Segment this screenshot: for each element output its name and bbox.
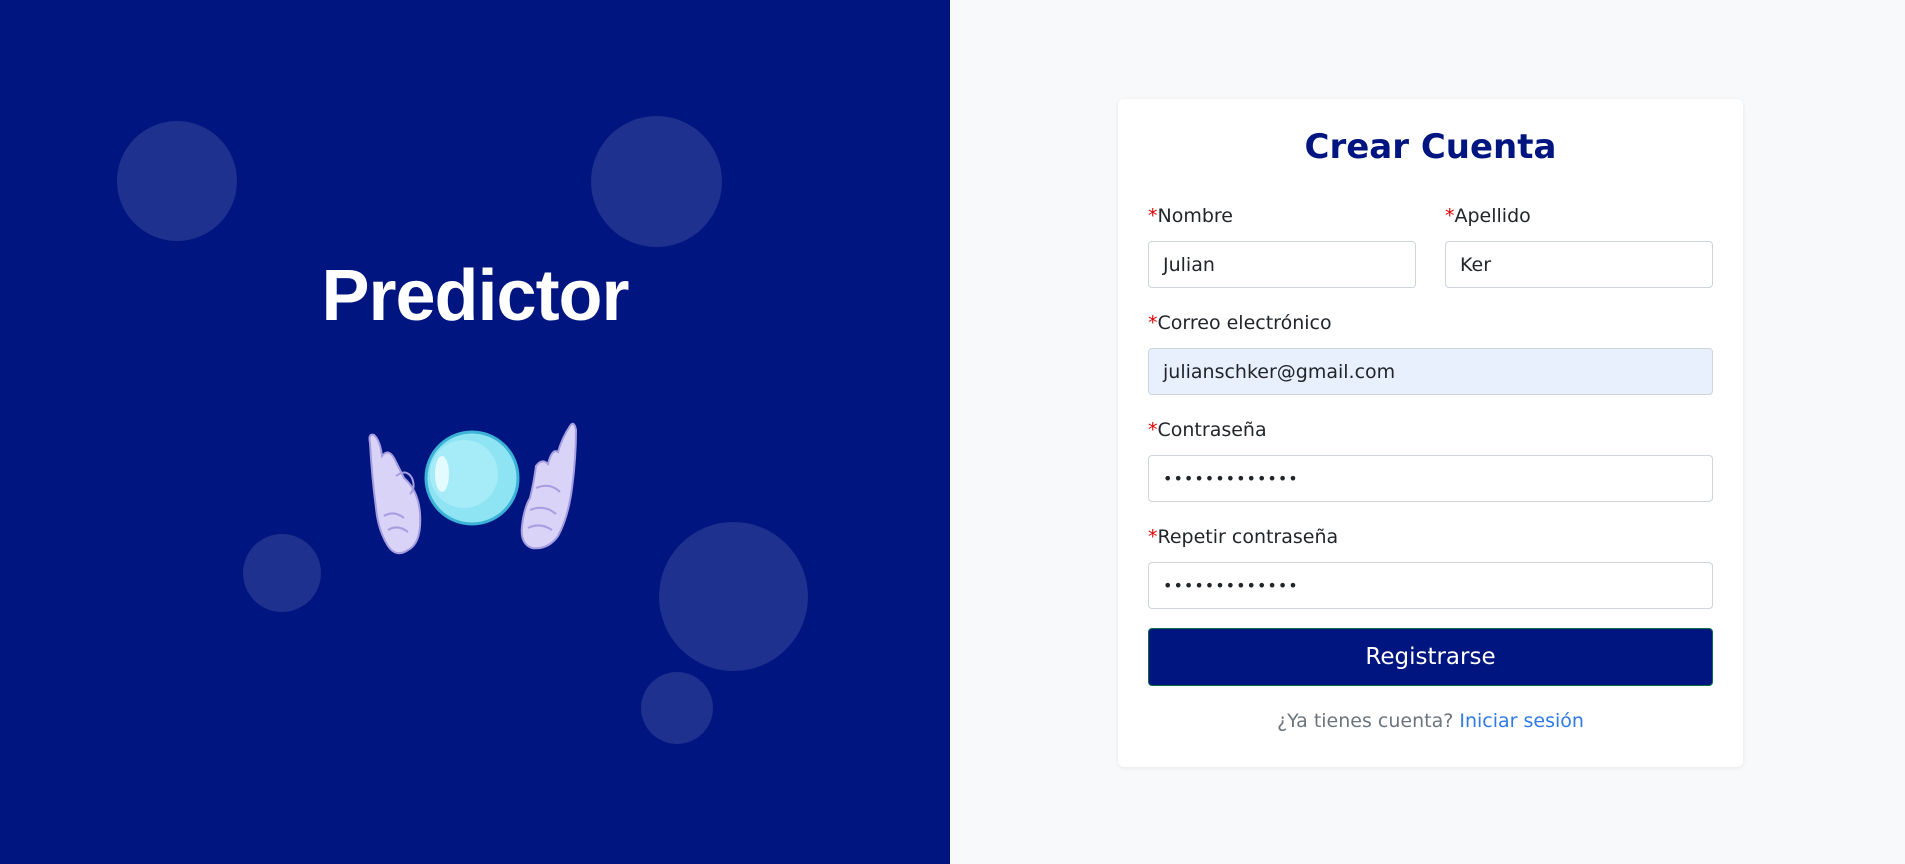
decorative-bubble bbox=[591, 116, 722, 247]
repetir-label: *Repetir contraseña bbox=[1148, 524, 1713, 550]
contrasena-label-text: Contraseña bbox=[1157, 419, 1267, 441]
nombre-field: *Nombre Julian bbox=[1148, 203, 1416, 288]
repeat-password-input[interactable]: ••••••••••••• bbox=[1148, 562, 1713, 609]
email-input[interactable]: julianschker@gmail.com bbox=[1148, 348, 1713, 395]
required-marker: * bbox=[1148, 312, 1158, 334]
login-prompt-line: ¿Ya tienes cuenta? Iniciar sesión bbox=[1118, 710, 1743, 732]
required-marker: * bbox=[1148, 526, 1158, 548]
apellido-label-text: Apellido bbox=[1454, 205, 1531, 227]
nombre-input[interactable]: Julian bbox=[1148, 241, 1416, 288]
repetir-label-text: Repetir contraseña bbox=[1157, 526, 1339, 548]
nombre-label: *Nombre bbox=[1148, 203, 1416, 229]
decorative-bubble bbox=[243, 534, 321, 612]
apellido-input[interactable]: Ker bbox=[1445, 241, 1713, 288]
login-prompt: ¿Ya tienes cuenta? bbox=[1277, 710, 1454, 732]
required-marker: * bbox=[1148, 205, 1158, 227]
decorative-bubble bbox=[117, 121, 237, 241]
brand-panel: Predictor bbox=[0, 0, 950, 864]
correo-label: *Correo electrónico bbox=[1148, 310, 1713, 336]
brand-title: Predictor bbox=[321, 256, 629, 336]
required-marker: * bbox=[1148, 419, 1158, 441]
register-button[interactable]: Registrarse bbox=[1148, 628, 1713, 686]
apellido-field: *Apellido Ker bbox=[1445, 203, 1713, 288]
required-marker: * bbox=[1445, 205, 1455, 227]
form-title: Crear Cuenta bbox=[1304, 127, 1557, 167]
correo-label-text: Correo electrónico bbox=[1157, 312, 1332, 334]
login-link[interactable]: Iniciar sesión bbox=[1459, 710, 1584, 732]
contrasena-label: *Contraseña bbox=[1148, 417, 1713, 443]
repetir-field: *Repetir contraseña ••••••••••••• bbox=[1148, 524, 1713, 609]
crystal-ball-hands-icon bbox=[368, 422, 578, 555]
nombre-label-text: Nombre bbox=[1157, 205, 1234, 227]
apellido-label: *Apellido bbox=[1445, 203, 1713, 229]
contrasena-field: *Contraseña ••••••••••••• bbox=[1148, 417, 1713, 502]
decorative-bubble bbox=[641, 672, 713, 744]
decorative-bubble bbox=[659, 522, 808, 671]
password-input[interactable]: ••••••••••••• bbox=[1148, 455, 1713, 502]
correo-field: *Correo electrónico julianschker@gmail.c… bbox=[1148, 310, 1713, 395]
register-card: Crear Cuenta *Nombre Julian *Apellido Ke… bbox=[1118, 99, 1743, 767]
